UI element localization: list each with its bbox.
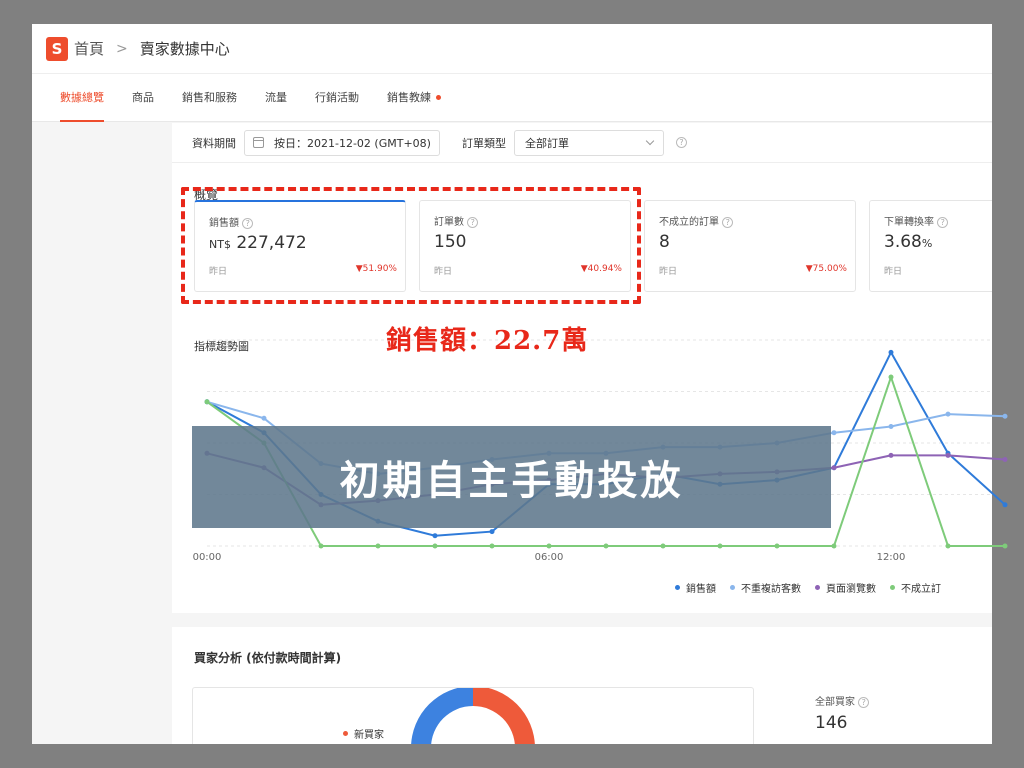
sales-annotation: 銷售額：22.7萬 xyxy=(386,326,589,356)
legend-item[interactable]: 頁面瀏覽數 xyxy=(815,580,876,595)
kpi-card-conversion[interactable]: 下單轉換率 ? 3.68% 昨日 xyxy=(869,200,992,292)
data-point xyxy=(1002,413,1008,419)
legend-label: 頁面瀏覽數 xyxy=(826,584,876,595)
period-label: 資料期間 xyxy=(192,136,236,150)
kpi-compare-label: 昨日 xyxy=(884,267,903,277)
data-point xyxy=(1002,543,1008,549)
donut-segment-new xyxy=(411,688,473,744)
kpi-change: ▼75.00% xyxy=(805,264,847,274)
total-buyers-label-text: 全部買家 xyxy=(815,697,855,708)
total-buyers-value: 146 xyxy=(815,713,848,733)
legend-label: 不重複訪客數 xyxy=(741,584,801,595)
tab-products[interactable]: 商品 xyxy=(132,74,154,122)
date-value: 按日：2021-12-02 (GMT+08) xyxy=(274,136,431,150)
kpi-label: 不成立的訂單 xyxy=(659,217,719,228)
buyer-donut-chart xyxy=(411,688,535,744)
order-type-label: 訂單類型 xyxy=(461,136,506,150)
notification-dot xyxy=(436,95,441,100)
tab-sales-coach[interactable]: 銷售教練 xyxy=(387,74,441,122)
kpi-value: 8 xyxy=(659,232,670,252)
filter-bar: 資料期間 按日：2021-12-02 (GMT+08) 訂單類型 全部訂單 ? xyxy=(172,123,992,163)
help-icon[interactable]: ? xyxy=(858,696,870,708)
calendar-icon xyxy=(253,137,264,148)
legend-item[interactable]: 銷售額 xyxy=(675,580,716,595)
kpi-value: 3.68 xyxy=(884,232,922,252)
total-buyers-label: 全部買家 ? xyxy=(815,693,870,708)
breadcrumb-current: 賣家數據中心 xyxy=(139,40,230,58)
donut-segment-returning xyxy=(473,688,535,744)
top-bar: S 首頁 > 賣家數據中心 xyxy=(32,24,992,74)
tab-sales-coach-label: 銷售教練 xyxy=(387,90,431,104)
kpi-label: 下單轉換率 xyxy=(884,217,934,228)
help-icon[interactable]: ? xyxy=(937,216,949,228)
legend-dot xyxy=(730,585,735,590)
data-point xyxy=(1002,456,1008,462)
legend-item[interactable]: 不重複訪客數 xyxy=(730,580,801,595)
kpi-card-failed-orders[interactable]: 不成立的訂單 ? 8 昨日 ▼75.00% xyxy=(644,200,856,292)
chart-title: 指標趨勢圖 xyxy=(194,340,249,353)
chevron-down-icon xyxy=(645,136,655,146)
chart-legend: 銷售額 不重複訪客數 頁面瀏覽數 不成立訂 xyxy=(675,580,955,595)
buyer-chart-box: 新買家 xyxy=(192,687,754,744)
legend-dot xyxy=(675,585,680,590)
kpi-unit: % xyxy=(921,237,933,250)
tab-overview[interactable]: 數據總覽 xyxy=(60,74,104,122)
data-point xyxy=(1002,502,1008,508)
legend-label: 不成立訂 xyxy=(901,584,941,595)
help-icon[interactable]: ? xyxy=(675,137,687,148)
breadcrumb-home[interactable]: 首頁 xyxy=(74,38,104,59)
kpi-compare-label: 昨日 xyxy=(659,267,678,277)
caption-banner: 初期自主手動投放 xyxy=(192,426,831,528)
shopee-logo-icon[interactable]: S xyxy=(46,36,68,61)
sales-highlight-box xyxy=(181,187,641,304)
buyer-analysis-title: 買家分析 (依付款時間計算) xyxy=(194,651,342,665)
tab-marketing[interactable]: 行銷活動 xyxy=(315,74,359,122)
date-picker[interactable]: 按日：2021-12-02 (GMT+08) xyxy=(244,129,440,156)
buyer-analysis-panel: 買家分析 (依付款時間計算) 新買家 全部買家 ? 146 xyxy=(172,627,992,744)
help-icon[interactable]: ? xyxy=(722,216,734,228)
tab-traffic[interactable]: 流量 xyxy=(265,74,287,122)
order-type-select[interactable]: 全部訂單 xyxy=(513,129,664,156)
legend-label: 銷售額 xyxy=(686,584,716,595)
legend-item[interactable]: 不成立訂 xyxy=(890,580,941,595)
order-type-value: 全部訂單 xyxy=(524,136,569,150)
tab-sales-service[interactable]: 銷售和服務 xyxy=(182,74,237,122)
tab-bar: 數據總覽 商品 銷售和服務 流量 行銷活動 銷售教練 xyxy=(32,74,992,122)
legend-dot xyxy=(890,585,895,590)
caption-banner-text: 初期自主手動投放 xyxy=(339,457,684,504)
legend-dot xyxy=(815,585,820,590)
breadcrumb-separator-icon: > xyxy=(116,40,128,57)
app-window: S 首頁 > 賣家數據中心 數據總覽 商品 銷售和服務 流量 行銷活動 銷售教練… xyxy=(32,24,992,744)
